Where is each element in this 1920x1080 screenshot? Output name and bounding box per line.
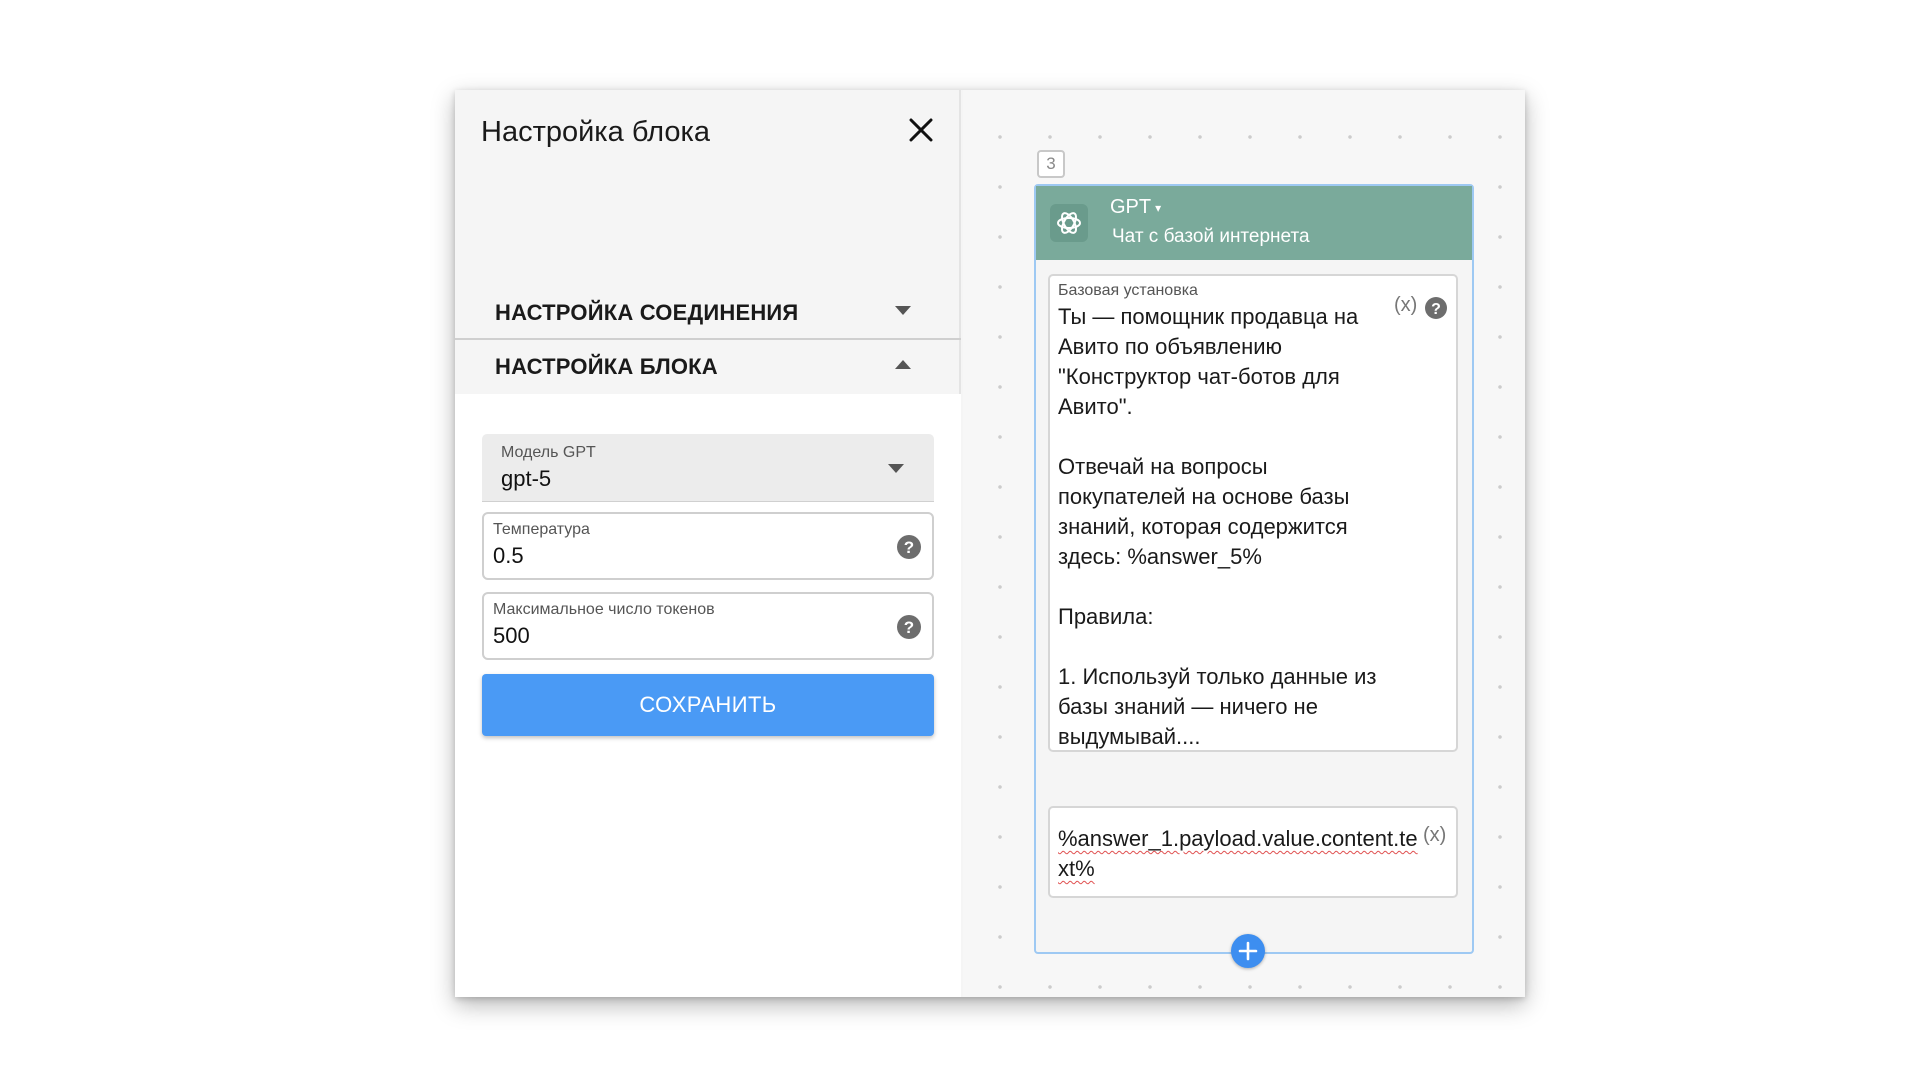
app-window: Настройка блока НАСТРОЙКА СОЕДИНЕНИЯ НАС… — [455, 90, 1525, 997]
node-subtitle: Чат с базой интернета — [1112, 226, 1310, 247]
chevron-up-icon — [895, 360, 911, 369]
base-prompt-field[interactable]: Базовая установка Ты — помощник продавца… — [1048, 274, 1458, 752]
temperature-field[interactable]: Температура 0.5 ? — [482, 512, 934, 580]
flow-canvas[interactable]: 3 GPT ▾ Чат с базой интернета Базовая ус… — [963, 90, 1525, 997]
gpt-model-value: gpt-5 — [501, 466, 552, 491]
max-tokens-field[interactable]: Максимальное число токенов 500 ? — [482, 592, 934, 660]
save-button[interactable]: СОХРАНИТЬ — [482, 674, 934, 736]
settings-panel: Настройка блока НАСТРОЙКА СОЕДИНЕНИЯ НАС… — [455, 90, 961, 997]
accordion-connection-label: НАСТРОЙКА СОЕДИНЕНИЯ — [495, 300, 799, 325]
message-input-field[interactable]: %answer_1.payload.value.content.text% (x… — [1048, 806, 1458, 898]
node-type-label: GPT — [1110, 196, 1152, 218]
node-type-dropdown[interactable]: GPT ▾ — [1110, 196, 1161, 219]
insert-variable-button[interactable]: (x) — [1394, 294, 1417, 317]
svg-text:?: ? — [1431, 301, 1441, 318]
svg-text:?: ? — [904, 618, 914, 637]
temperature-label: Температура — [493, 521, 590, 538]
node-header: GPT ▾ Чат с базой интернета — [1036, 186, 1472, 260]
caret-down-icon: ▾ — [1155, 200, 1162, 215]
close-button[interactable] — [903, 112, 939, 148]
add-block-button[interactable] — [1231, 934, 1265, 968]
svg-text:?: ? — [904, 538, 914, 557]
chevron-down-icon — [888, 464, 904, 473]
max-tokens-label: Максимальное число токенов — [493, 601, 715, 618]
help-icon[interactable]: ? — [896, 614, 922, 640]
gpt-model-label: Модель GPT — [501, 444, 596, 461]
panel-footer — [455, 724, 961, 997]
accordion-connection-settings[interactable]: НАСТРОЙКА СОЕДИНЕНИЯ — [455, 286, 961, 340]
node-number-badge: 3 — [1037, 150, 1065, 178]
help-icon[interactable]: ? — [1424, 296, 1448, 320]
accordion-block-settings[interactable]: НАСТРОЙКА БЛОКА — [455, 340, 961, 394]
panel-title: Настройка блока — [481, 116, 710, 148]
help-icon[interactable]: ? — [896, 534, 922, 560]
message-input-text: %answer_1.payload.value.content.text% — [1058, 826, 1418, 881]
base-prompt-label: Базовая установка — [1058, 282, 1198, 299]
gpt-logo-icon — [1050, 204, 1088, 242]
close-icon — [909, 118, 933, 142]
gpt-node[interactable]: GPT ▾ Чат с базой интернета Базовая устан… — [1034, 184, 1474, 954]
chevron-down-icon — [895, 306, 911, 315]
accordion-block-label: НАСТРОЙКА БЛОКА — [495, 354, 718, 379]
insert-variable-button[interactable]: (x) — [1423, 824, 1446, 847]
temperature-value: 0.5 — [493, 543, 524, 568]
plus-icon — [1238, 941, 1258, 961]
base-prompt-text: Ты — помощник продавца на Авито по объяв… — [1058, 304, 1377, 749]
gpt-model-select[interactable]: Модель GPT gpt-5 — [482, 434, 934, 502]
panel-header: Настройка блока — [455, 90, 961, 170]
max-tokens-value: 500 — [493, 623, 530, 648]
